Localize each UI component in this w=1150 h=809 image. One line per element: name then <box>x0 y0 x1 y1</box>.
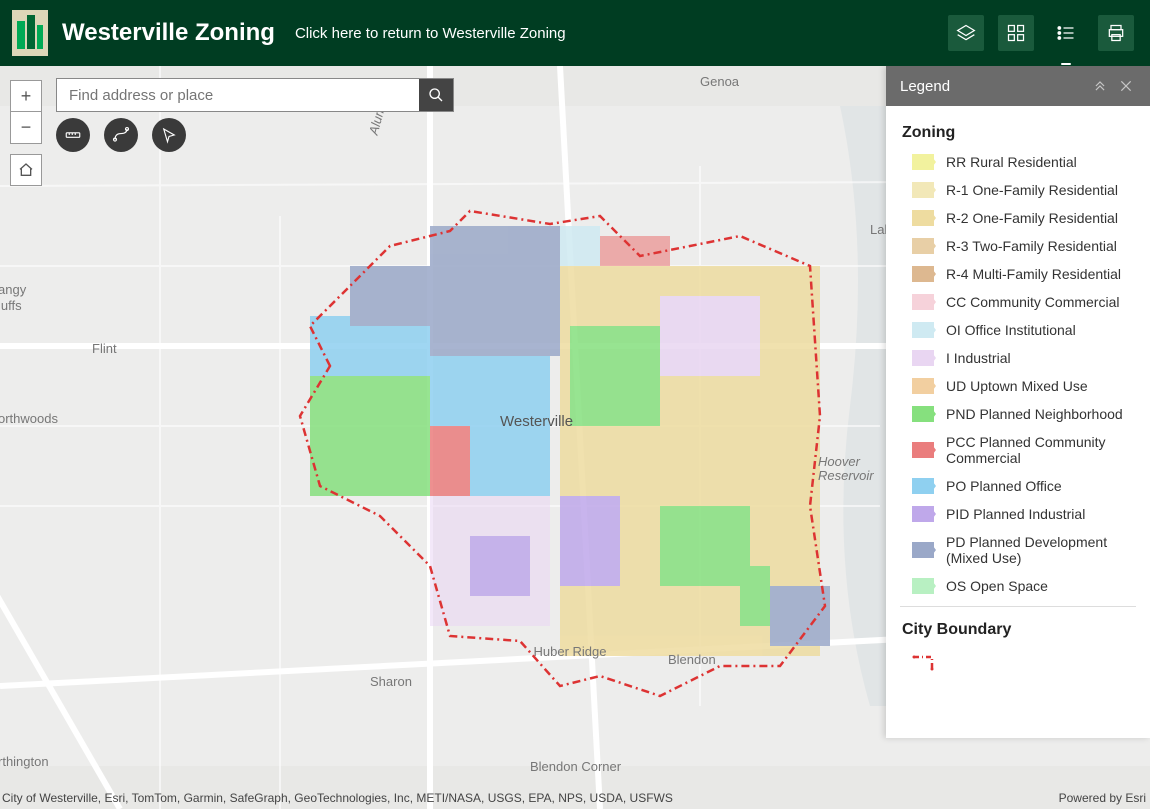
zoom-in-button[interactable]: + <box>10 80 42 112</box>
svg-text:Genoa: Genoa <box>700 74 740 89</box>
basemap-button[interactable] <box>998 15 1034 51</box>
legend-item: R-2 One-Family Residential <box>912 210 1146 226</box>
legend-panel: Legend Zoning RR Rural Residential R-1 On… <box>886 66 1150 738</box>
search-button[interactable] <box>419 79 453 111</box>
close-button[interactable] <box>1116 76 1136 96</box>
legend-item-label: R-3 Two-Family Residential <box>946 238 1117 254</box>
print-icon <box>1106 23 1126 43</box>
legend-item: PD Planned Development (Mixed Use) <box>912 534 1146 566</box>
legend-item: PCC Planned Community Commercial <box>912 434 1146 466</box>
route-icon <box>112 126 130 144</box>
print-button[interactable] <box>1098 15 1134 51</box>
swatch <box>912 238 934 254</box>
legend-item-label: I Industrial <box>946 350 1011 366</box>
home-button[interactable] <box>10 154 42 186</box>
legend-item: PID Planned Industrial <box>912 506 1146 522</box>
legend-item-label: UD Uptown Mixed Use <box>946 378 1088 394</box>
legend-item: PO Planned Office <box>912 478 1146 494</box>
legend-item: R-4 Multi-Family Residential <box>912 266 1146 282</box>
legend-item-label: RR Rural Residential <box>946 154 1077 170</box>
svg-text:Westerville: Westerville <box>500 413 573 430</box>
collapse-button[interactable] <box>1090 76 1110 96</box>
legend-item-label: OS Open Space <box>946 578 1048 594</box>
legend-item: I Industrial <box>912 350 1146 366</box>
svg-text:Huber Ridge: Huber Ridge <box>534 644 607 659</box>
ruler-icon <box>64 126 82 144</box>
swatch <box>912 442 934 458</box>
search-icon <box>428 87 444 103</box>
layers-icon <box>956 23 976 43</box>
swatch <box>912 542 934 558</box>
legend-item-label: PO Planned Office <box>946 478 1062 494</box>
swatch <box>912 294 934 310</box>
svg-text:Flint: Flint <box>92 341 117 356</box>
home-icon <box>18 162 34 178</box>
swatch <box>912 406 934 422</box>
swatch <box>912 322 934 338</box>
legend-item-label: R-1 One-Family Residential <box>946 182 1118 198</box>
svg-text:angy: angy <box>0 282 27 297</box>
app-title: Westerville Zoning <box>62 19 275 47</box>
swatch <box>912 378 934 394</box>
measure-button[interactable] <box>56 118 90 152</box>
swatch <box>912 478 934 494</box>
search-bar <box>56 78 454 112</box>
legend-item-label: R-4 Multi-Family Residential <box>946 266 1121 282</box>
legend-item: RR Rural Residential <box>912 154 1146 170</box>
return-link[interactable]: Click here to return to Westerville Zoni… <box>295 25 566 42</box>
legend-item: OI Office Institutional <box>912 322 1146 338</box>
legend-item: UD Uptown Mixed Use <box>912 378 1146 394</box>
legend-item-label: PND Planned Neighborhood <box>946 406 1123 422</box>
map-tools <box>56 118 186 152</box>
zoom-controls: + − <box>10 80 42 144</box>
search-input[interactable] <box>57 79 419 111</box>
legend-title: Legend <box>900 78 950 95</box>
legend-divider <box>900 606 1136 607</box>
legend-item-label: OI Office Institutional <box>946 322 1076 338</box>
svg-text:orthwoods: orthwoods <box>0 411 58 426</box>
attribution-right: Powered by Esri <box>1059 791 1146 805</box>
legend-item-label: PCC Planned Community Commercial <box>946 434 1146 466</box>
header-tools <box>948 15 1134 51</box>
legend-section-title: Zoning <box>902 124 1150 142</box>
svg-text:Blendon: Blendon <box>668 652 716 667</box>
svg-text:luffs: luffs <box>0 298 22 313</box>
legend-item: OS Open Space <box>912 578 1146 594</box>
legend-item: PND Planned Neighborhood <box>912 406 1146 422</box>
legend-header: Legend <box>886 66 1150 106</box>
swatch <box>912 506 934 522</box>
legend-item-label: CC Community Commercial <box>946 294 1119 310</box>
list-icon <box>1056 23 1076 43</box>
swatch <box>912 182 934 198</box>
boundary-swatch <box>912 655 936 675</box>
legend-item: R-1 One-Family Residential <box>912 182 1146 198</box>
legend-item-label: PD Planned Development (Mixed Use) <box>946 534 1146 566</box>
route-button[interactable] <box>104 118 138 152</box>
select-icon <box>160 126 178 144</box>
attribution-left: City of Westerville, Esri, TomTom, Garmi… <box>2 791 673 805</box>
close-icon <box>1119 79 1133 93</box>
svg-text:Sharon: Sharon <box>370 674 412 689</box>
select-button[interactable] <box>152 118 186 152</box>
legend-item: CC Community Commercial <box>912 294 1146 310</box>
legend-item-label: PID Planned Industrial <box>946 506 1085 522</box>
legend-item-label: R-2 One-Family Residential <box>946 210 1118 226</box>
layers-button[interactable] <box>948 15 984 51</box>
swatch <box>912 350 934 366</box>
legend-item: R-3 Two-Family Residential <box>912 238 1146 254</box>
swatch <box>912 266 934 282</box>
swatch <box>912 154 934 170</box>
legend-body[interactable]: Zoning RR Rural Residential R-1 One-Famil… <box>886 106 1150 738</box>
chevron-up-double-icon <box>1093 79 1107 93</box>
grid-icon <box>1006 23 1026 43</box>
app-header: Westerville Zoning Click here to return … <box>0 0 1150 66</box>
swatch <box>912 210 934 226</box>
svg-text:rthington: rthington <box>0 754 49 769</box>
app-logo <box>12 10 48 56</box>
svg-text:Blendon Corner: Blendon Corner <box>530 759 622 774</box>
swatch <box>912 578 934 594</box>
legend-section-title: City Boundary <box>902 621 1150 639</box>
zoom-out-button[interactable]: − <box>10 112 42 144</box>
legend-button[interactable] <box>1048 15 1084 51</box>
